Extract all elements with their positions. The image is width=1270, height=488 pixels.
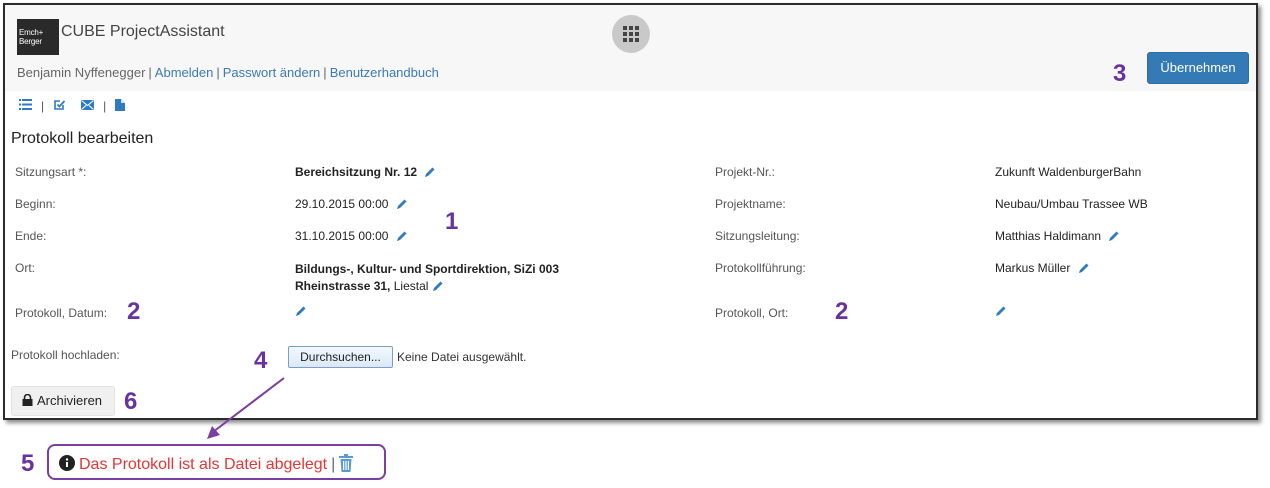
- no-file-text: Keine Datei ausgewählt.: [397, 350, 527, 364]
- location-city: Liestal: [393, 279, 429, 293]
- annotation-6: 6: [124, 388, 138, 415]
- end-label: Ende:: [15, 229, 47, 243]
- project-name-label: Projektname:: [715, 197, 786, 211]
- annotation-4: 4: [254, 347, 268, 374]
- project-number-value: Zukunft WaldenburgerBahn: [995, 165, 1142, 179]
- page-title: Protokoll bearbeiten: [11, 130, 154, 147]
- start-value: 29.10.2015 00:00: [295, 197, 408, 213]
- session-type-text: Bereichsitzung Nr. 12: [295, 165, 418, 179]
- protocol-place-value: [991, 304, 1007, 320]
- trash-icon[interactable]: [339, 454, 354, 477]
- app-window: Emch+ Berger CUBE ProjectAssistant Benja…: [3, 3, 1258, 420]
- chair-value: Matthias Haldimann: [995, 229, 1120, 245]
- toolbar: | |: [19, 98, 126, 114]
- notice-text: Das Protokoll ist als Datei abgelegt: [79, 456, 328, 473]
- annotation-1: 1: [445, 208, 459, 235]
- annotation-3: 3: [1113, 60, 1127, 87]
- app-title: CUBE ProjectAssistant: [61, 23, 225, 40]
- user-name: Benjamin Nyffenegger: [17, 65, 146, 80]
- app-header: Emch+ Berger CUBE ProjectAssistant Benja…: [5, 5, 1256, 91]
- toolbar-separator: |: [103, 99, 107, 113]
- pencil-icon[interactable]: [995, 305, 1007, 320]
- chair-label: Sitzungsleitung:: [715, 229, 800, 243]
- annotation-5: 5: [21, 450, 35, 477]
- upload-label: Protokoll hochladen:: [11, 348, 120, 362]
- pencil-icon[interactable]: [432, 280, 444, 297]
- browse-button[interactable]: Durchsuchen...: [288, 346, 393, 368]
- protocol-saved-notice: Das Protokoll ist als Datei abgelegt |: [47, 444, 386, 480]
- lock-icon: [22, 388, 33, 416]
- pencil-icon[interactable]: [1078, 262, 1090, 277]
- session-type-label: Sitzungsart *:: [15, 165, 87, 179]
- document-icon[interactable]: [115, 98, 126, 114]
- annotation-2-left: 2: [127, 298, 141, 325]
- logo-line-2: Berger: [19, 37, 42, 46]
- location-value: Bildungs-, Kultur- und Sportdirektion, S…: [295, 261, 559, 297]
- minutes-keeper-label: Protokollführung:: [715, 261, 806, 275]
- list-icon[interactable]: [19, 99, 32, 113]
- location-line-1: Bildungs-, Kultur- und Sportdirektion, S…: [295, 262, 559, 276]
- end-text: 31.10.2015 00:00: [295, 229, 389, 243]
- protocol-date-value: [291, 304, 307, 320]
- pencil-icon[interactable]: [396, 198, 408, 213]
- apply-button[interactable]: Übernehmen: [1147, 52, 1249, 84]
- company-logo: Emch+ Berger: [17, 19, 59, 55]
- archive-label: Archivieren: [37, 393, 103, 408]
- protocol-place-label: Protokoll, Ort:: [715, 306, 789, 320]
- logout-link[interactable]: Abmelden: [155, 65, 214, 80]
- location-street: Rheinstrasse 31,: [295, 279, 391, 293]
- annotation-2-right: 2: [835, 298, 849, 325]
- end-value: 31.10.2015 00:00: [295, 229, 408, 245]
- minutes-keeper-text: Markus Müller: [995, 261, 1071, 275]
- protocol-date-label: Protokoll, Datum:: [15, 306, 108, 320]
- archive-button[interactable]: Archivieren: [11, 386, 115, 416]
- toolbar-separator: |: [41, 99, 45, 113]
- apps-menu-button[interactable]: [612, 15, 650, 53]
- start-text: 29.10.2015 00:00: [295, 197, 389, 211]
- grid-icon: [623, 26, 639, 42]
- pencil-icon[interactable]: [295, 305, 307, 320]
- project-number-label: Projekt-Nr.:: [715, 165, 776, 179]
- edit-check-icon[interactable]: [53, 98, 66, 114]
- chair-text: Matthias Haldimann: [995, 229, 1102, 243]
- info-icon: [59, 455, 75, 476]
- pencil-icon[interactable]: [424, 166, 436, 181]
- change-password-link[interactable]: Passwort ändern: [223, 65, 321, 80]
- mail-icon[interactable]: [81, 99, 95, 113]
- session-type-value: Bereichsitzung Nr. 12: [295, 165, 436, 181]
- pencil-icon[interactable]: [396, 230, 408, 245]
- minutes-keeper-value: Markus Müller: [995, 261, 1090, 277]
- pencil-icon[interactable]: [1108, 230, 1120, 245]
- location-label: Ort:: [15, 261, 35, 275]
- notice-separator: |: [331, 456, 336, 473]
- start-label: Beginn:: [15, 197, 56, 211]
- user-bar: Benjamin Nyffenegger | Abmelden | Passwort ä…: [17, 65, 439, 80]
- logo-line-1: Emch+: [19, 28, 44, 37]
- project-name-value: Neubau/Umbau Trassee WB: [995, 197, 1148, 211]
- user-manual-link[interactable]: Benutzerhandbuch: [330, 65, 439, 80]
